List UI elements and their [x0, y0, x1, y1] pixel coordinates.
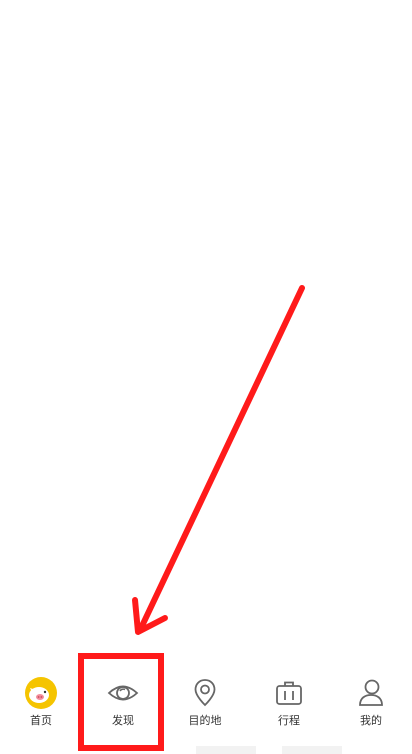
- location-pin-icon: [188, 676, 222, 710]
- bottom-strip-segment: [196, 746, 256, 754]
- tab-itinerary-label: 行程: [278, 714, 300, 727]
- tab-destination[interactable]: 目的地: [164, 664, 246, 740]
- eye-icon: [106, 676, 140, 710]
- tab-profile-label: 我的: [360, 714, 382, 727]
- bottom-tab-bar: 首页 发现 目的地 行程 我的: [0, 664, 412, 740]
- tab-home-label: 首页: [30, 714, 52, 727]
- suitcase-icon: [272, 676, 306, 710]
- blank-content-area: [0, 0, 412, 664]
- tab-destination-label: 目的地: [188, 714, 222, 727]
- tab-home[interactable]: 首页: [0, 664, 82, 740]
- tab-itinerary[interactable]: 行程: [248, 664, 330, 740]
- tab-discover-label: 发现: [112, 714, 134, 727]
- mascot-pig-icon: [24, 676, 58, 710]
- app-screen: 首页 发现 目的地 行程 我的: [0, 0, 412, 754]
- bottom-strip-segment: [282, 746, 342, 754]
- tab-profile[interactable]: 我的: [330, 664, 412, 740]
- person-icon: [354, 676, 388, 710]
- tab-discover[interactable]: 发现: [82, 664, 164, 740]
